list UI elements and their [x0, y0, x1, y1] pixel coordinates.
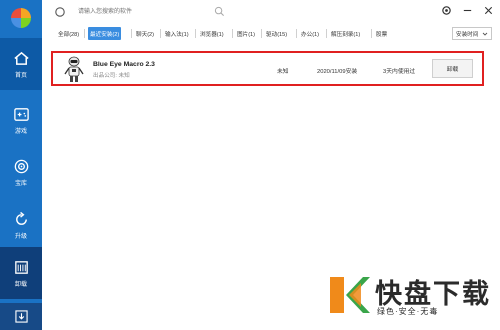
- download-manager-button[interactable]: [0, 303, 42, 330]
- sidebar-item-home[interactable]: 首页: [0, 38, 42, 90]
- tab-divider: [261, 29, 262, 38]
- tab-divider: [160, 29, 161, 38]
- tab-chat[interactable]: 聊天(2): [134, 27, 156, 40]
- watermark: 快盘下载 绿色·安全·无毒: [327, 272, 497, 324]
- close-icon[interactable]: [482, 4, 494, 16]
- sidebar-item-label: 升级: [14, 233, 27, 240]
- tab-compress[interactable]: 解压刻录(1): [329, 27, 362, 40]
- tab-stock[interactable]: 股票: [374, 27, 389, 40]
- app-size: 未知: [277, 69, 289, 75]
- sidebar: 首页 游戏 宝库 升级 卸载: [0, 0, 42, 330]
- tab-divider: [326, 29, 327, 38]
- app-install-date: 2020/11/09安装: [317, 69, 358, 75]
- treasure-icon: [14, 159, 28, 173]
- minimize-icon[interactable]: [461, 4, 473, 16]
- top-bar: [42, 0, 500, 24]
- sort-dropdown[interactable]: 安装时间: [452, 27, 492, 40]
- tab-office[interactable]: 办公(1): [299, 27, 321, 40]
- download-icon: [14, 310, 28, 323]
- pinwheel-logo-icon: [11, 8, 31, 28]
- home-icon: [13, 51, 29, 65]
- tab-input-method[interactable]: 输入法(1): [163, 27, 191, 40]
- tab-recent-install[interactable]: 最近安装(2): [88, 27, 122, 40]
- sidebar-item-label: 宝库: [14, 180, 27, 187]
- tab-divider: [296, 29, 297, 38]
- tab-divider: [371, 29, 372, 38]
- tab-driver[interactable]: 驱动(15): [264, 27, 289, 40]
- refresh-icon[interactable]: [54, 6, 66, 18]
- upgrade-icon: [15, 211, 27, 225]
- tab-divider: [131, 29, 132, 38]
- sidebar-item-games[interactable]: 游戏: [0, 94, 42, 146]
- sidebar-item-upgrade[interactable]: 升级: [0, 199, 42, 251]
- uninstall-button[interactable]: 卸载: [432, 59, 473, 78]
- tab-divider: [232, 29, 233, 38]
- tab-image[interactable]: 图片(1): [235, 27, 257, 40]
- search-icon[interactable]: [214, 6, 225, 17]
- gear-icon[interactable]: [440, 4, 452, 16]
- robot-app-icon: [64, 56, 84, 82]
- table-row[interactable]: Blue Eye Macro 2.3 出品公司: 未知 未知 2020/11/0…: [51, 51, 484, 86]
- uninstall-icon: [14, 260, 28, 274]
- tab-divider: [84, 29, 85, 38]
- search-bar: [54, 4, 254, 20]
- sidebar-item-label: 卸载: [14, 281, 27, 288]
- sort-label: 安装时间: [456, 31, 479, 38]
- sidebar-item-label: 首页: [14, 72, 27, 79]
- kuaipan-logo-icon: [330, 277, 370, 313]
- watermark-subtitle: 绿色·安全·无毒: [377, 307, 439, 316]
- app-last-used: 3天内使用过: [383, 69, 416, 75]
- tab-divider: [195, 29, 196, 38]
- gamepad-icon: [13, 107, 29, 121]
- tab-all[interactable]: 全部(28): [56, 27, 81, 40]
- tab-browser[interactable]: 浏览器(1): [198, 27, 226, 40]
- sidebar-item-treasure[interactable]: 宝库: [0, 146, 42, 198]
- window-controls: [440, 4, 494, 16]
- chevron-down-icon: [482, 32, 488, 36]
- search-input[interactable]: [78, 5, 236, 19]
- sidebar-item-label: 游戏: [14, 128, 27, 135]
- sidebar-item-uninstall[interactable]: 卸载: [0, 247, 42, 299]
- category-tabs: 全部(28) 最近安装(2) 聊天(2) 输入法(1) 浏览器(1) 图片(1)…: [42, 26, 500, 42]
- app-name: Blue Eye Macro 2.3: [93, 61, 155, 68]
- app-publisher: 出品公司: 未知: [93, 73, 130, 79]
